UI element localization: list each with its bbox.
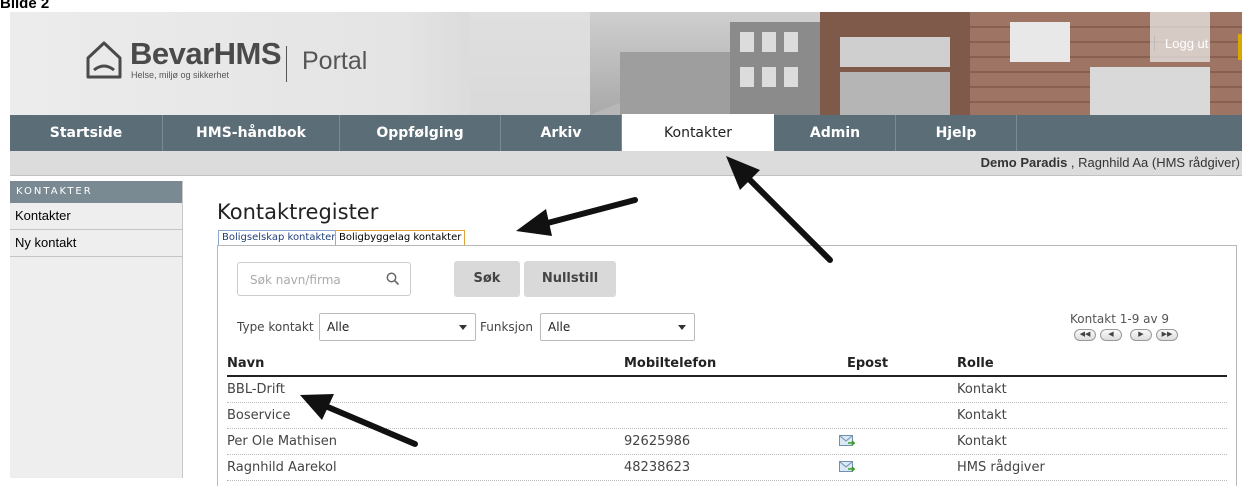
header-banner: BevarHMS Helse, miljø og sikkerhet Porta… bbox=[10, 12, 1242, 115]
nav-admin[interactable]: Admin bbox=[775, 115, 896, 151]
type-kontakt-label: Type kontakt bbox=[237, 320, 314, 334]
email-icon[interactable] bbox=[839, 461, 855, 473]
cell-phone: 48238623 bbox=[624, 460, 691, 475]
cell-role: Kontakt bbox=[957, 434, 1007, 449]
nav-hjelp[interactable]: Hjelp bbox=[896, 115, 1017, 151]
search-icon[interactable] bbox=[386, 272, 400, 286]
logout-accent bbox=[1238, 34, 1242, 60]
portal-label: Portal bbox=[302, 47, 368, 75]
user-details: , Ragnhild Aa (HMS rådgiver) bbox=[1067, 155, 1240, 170]
cell-name[interactable]: BBL-Drift bbox=[227, 382, 285, 397]
sidebar-heading: KONTAKTER bbox=[10, 181, 182, 203]
search-button[interactable]: Søk bbox=[454, 261, 520, 297]
funksjon-value: Alle bbox=[548, 320, 571, 334]
nav-kontakter[interactable]: Kontakter bbox=[622, 114, 774, 152]
cell-role: HMS rådgiver bbox=[957, 460, 1045, 475]
brand-tagline: Helse, miljø og sikkerhet bbox=[131, 70, 230, 80]
reset-button[interactable]: Nullstill bbox=[524, 261, 616, 297]
nav-hms-handbok[interactable]: HMS-håndbok bbox=[163, 115, 340, 151]
sidebar-item-ny-kontakt[interactable]: Ny kontakt bbox=[10, 230, 182, 257]
email-icon[interactable] bbox=[839, 435, 855, 447]
pagination-count: Kontakt 1-9 av 9 bbox=[1070, 312, 1170, 326]
funksjon-select[interactable]: Alle bbox=[540, 313, 695, 341]
cell-name[interactable]: Per Ole Mathisen bbox=[227, 434, 337, 449]
table-row[interactable]: Per Ole Mathisen 92625986 Kontakt bbox=[227, 429, 1227, 455]
previous-page-icon[interactable]: ◀ bbox=[1100, 329, 1122, 341]
image-caption: Bilde 2 bbox=[0, 0, 50, 12]
type-kontakt-select[interactable]: Alle bbox=[319, 313, 476, 341]
funksjon-label: Funksjon bbox=[480, 320, 533, 334]
next-page-icon[interactable]: ▶ bbox=[1130, 329, 1152, 341]
search-input[interactable] bbox=[248, 271, 382, 289]
column-epost[interactable]: Epost bbox=[847, 356, 888, 371]
brand-separator bbox=[286, 46, 287, 82]
chevron-down-icon bbox=[678, 325, 686, 330]
table-row[interactable]: BBL-Drift Kontakt bbox=[227, 377, 1227, 403]
user-info-bar: Demo Paradis , Ragnhild Aa (HMS rådgiver… bbox=[10, 151, 1242, 176]
main-nav: Startside HMS-håndbok Oppfølging Arkiv K… bbox=[10, 114, 1242, 152]
chevron-down-icon bbox=[459, 325, 467, 330]
user-org: Demo Paradis bbox=[980, 155, 1068, 170]
cell-name[interactable]: Ragnhild Aarekol bbox=[227, 460, 337, 475]
last-page-icon[interactable]: ▶▶ bbox=[1156, 329, 1178, 341]
nav-startside[interactable]: Startside bbox=[10, 115, 163, 151]
sidebar: KONTAKTER Kontakter Ny kontakt bbox=[10, 181, 183, 478]
sidebar-item-kontakter[interactable]: Kontakter bbox=[10, 203, 182, 230]
header-photo bbox=[470, 12, 1242, 115]
tab-boligselskap-kontakter[interactable]: Boligselskap kontakter bbox=[218, 230, 340, 246]
table-header: Navn Mobiltelefon Epost Rolle bbox=[227, 355, 1227, 377]
cell-name[interactable]: Boservice bbox=[227, 408, 290, 423]
table-row[interactable]: Boservice Kontakt bbox=[227, 403, 1227, 429]
brand-name: BevarHMS bbox=[130, 36, 282, 71]
column-rolle[interactable]: Rolle bbox=[957, 356, 994, 371]
cell-role: Kontakt bbox=[957, 382, 1007, 397]
table-row[interactable]: Ragnhild Aarekol 48238623 HMS rådgiver bbox=[227, 455, 1227, 481]
search-field[interactable] bbox=[237, 262, 411, 296]
user-info: Demo Paradis , Ragnhild Aa (HMS rådgiver… bbox=[981, 155, 1240, 170]
page-title: Kontaktregister bbox=[217, 200, 379, 224]
cell-role: Kontakt bbox=[957, 408, 1007, 423]
nav-oppfolging[interactable]: Oppfølging bbox=[340, 115, 501, 151]
house-logo-icon bbox=[84, 38, 124, 82]
type-kontakt-value: Alle bbox=[327, 320, 350, 334]
nav-arkiv[interactable]: Arkiv bbox=[501, 115, 622, 151]
first-page-icon[interactable]: ◀◀ bbox=[1074, 329, 1096, 341]
cell-phone: 92625986 bbox=[624, 434, 691, 449]
column-mobiltelefon[interactable]: Mobiltelefon bbox=[624, 356, 716, 371]
annotation-arrow bbox=[516, 197, 638, 236]
column-navn[interactable]: Navn bbox=[227, 356, 264, 371]
logout-link[interactable]: Logg ut bbox=[1154, 36, 1208, 51]
